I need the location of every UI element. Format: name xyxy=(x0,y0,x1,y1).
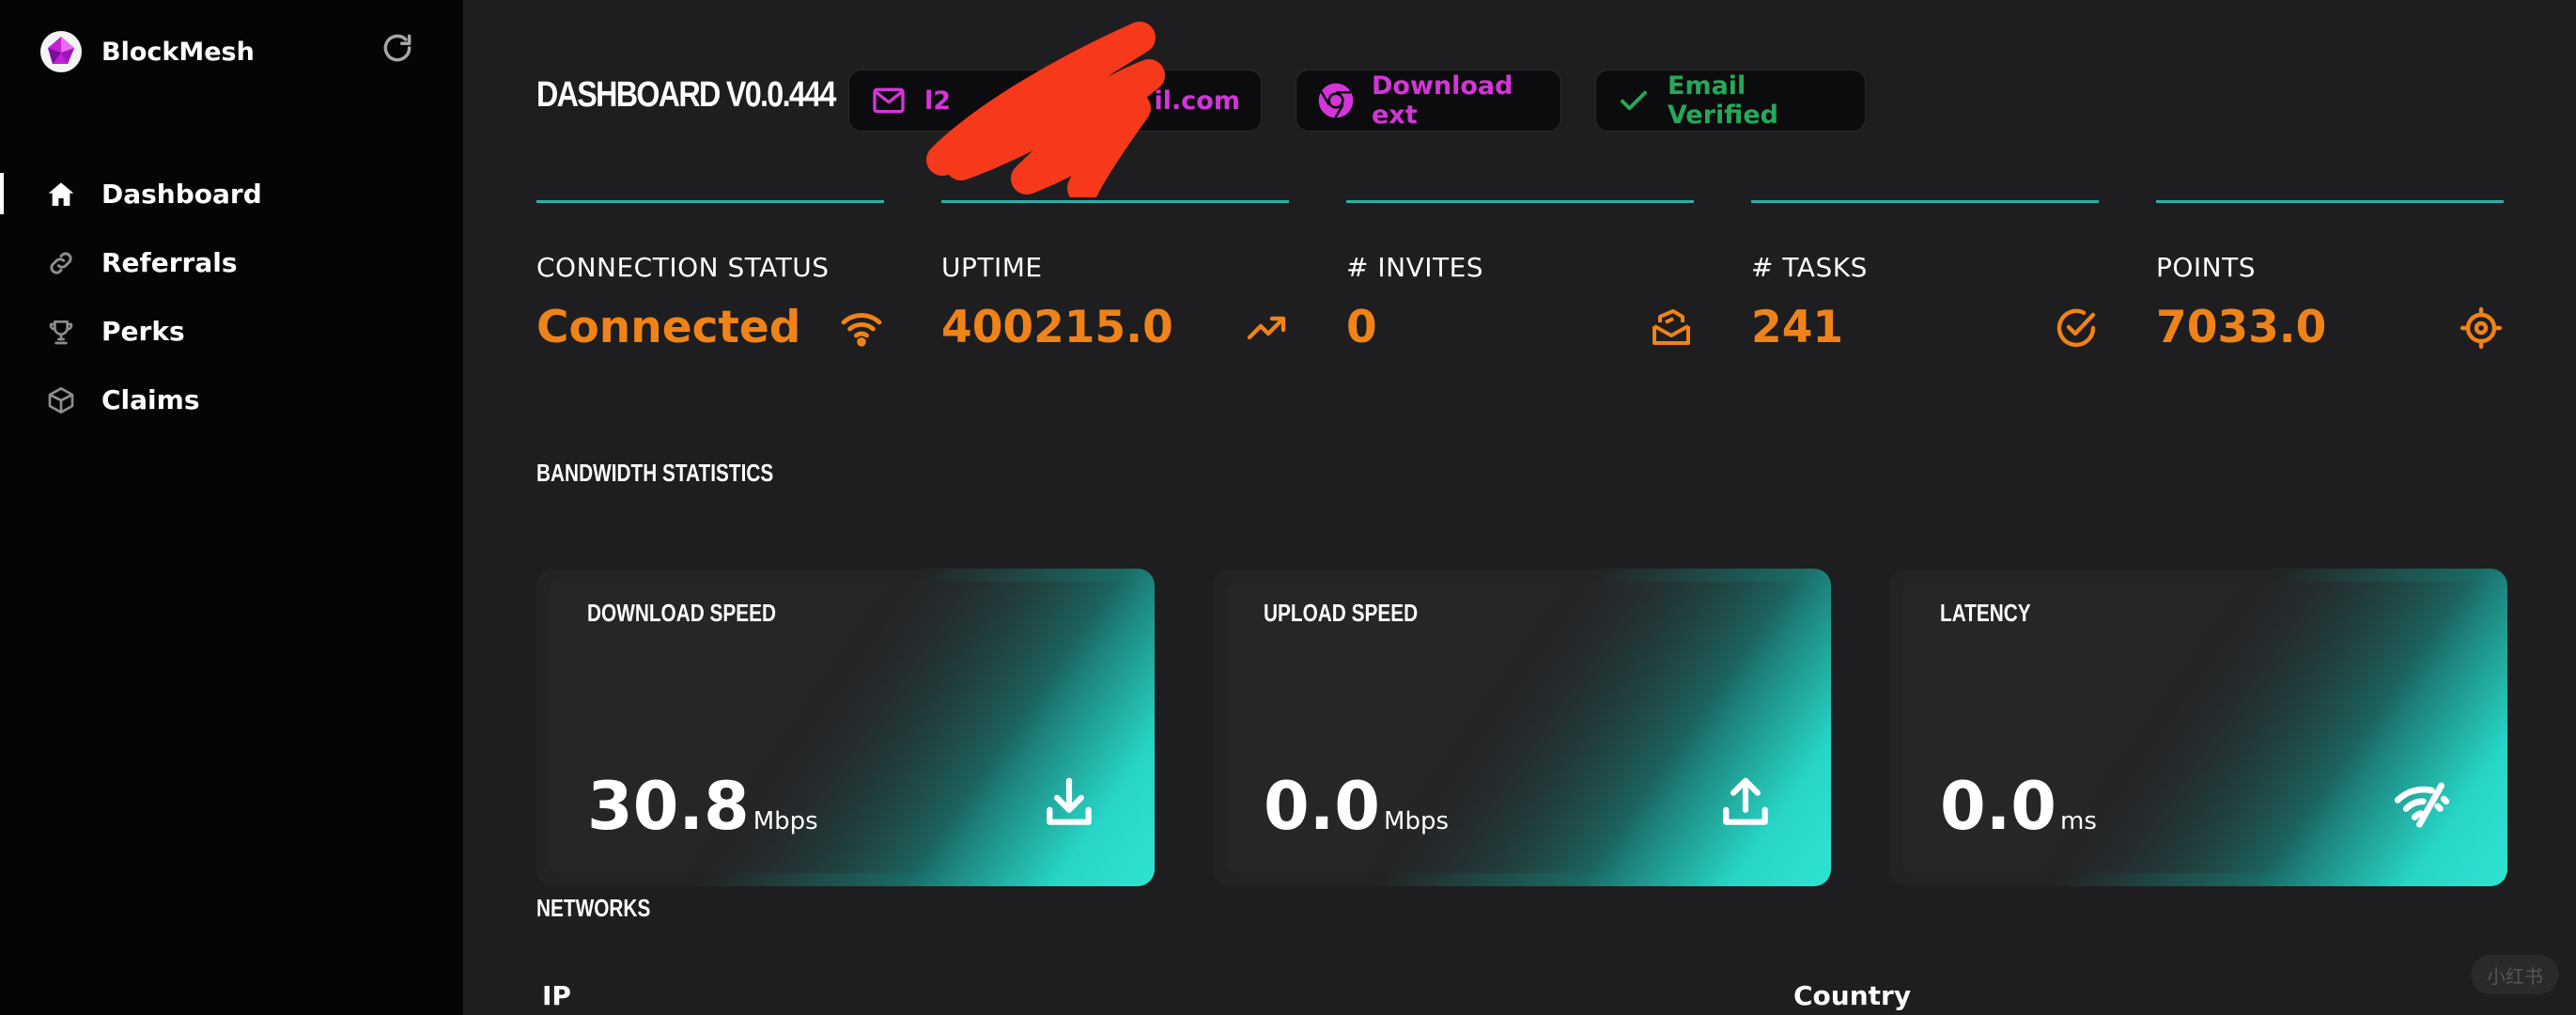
sidebar-item-referrals[interactable]: Referrals xyxy=(0,228,463,297)
trophy-icon xyxy=(45,316,77,348)
redaction-scribble xyxy=(926,22,1165,197)
check-icon xyxy=(1617,82,1651,119)
card-value: 0.0 Mbps xyxy=(1264,768,1449,845)
main-content: DASHBOARD V0.0.444 l2 il.com Download ex… xyxy=(463,0,2576,1015)
trending-up-icon xyxy=(1244,305,1289,351)
card-unit: Mbps xyxy=(1384,807,1450,835)
sidebar-nav: Dashboard Referrals Perks Claims xyxy=(0,160,463,434)
stat-value: Connected xyxy=(536,302,801,353)
stat-label: UPTIME xyxy=(941,252,1043,283)
sidebar-item-label: Perks xyxy=(101,316,185,347)
signal-off-icon xyxy=(2394,782,2450,828)
download-icon xyxy=(1047,777,1092,825)
sidebar-item-label: Claims xyxy=(101,384,200,415)
sidebar: BlockMesh Dashboard Referrals Perks Clai… xyxy=(0,0,463,1015)
stat-divider xyxy=(941,200,1289,203)
download-ext-label: Download ext xyxy=(1372,71,1513,130)
upload-speed-card: UPLOAD SPEED 0.0 Mbps xyxy=(1213,569,1831,886)
brand[interactable]: BlockMesh xyxy=(39,30,255,73)
stat-uptime: UPTIME 400215.0 xyxy=(941,200,1289,353)
target-icon xyxy=(2459,305,2504,351)
stat-divider xyxy=(536,200,884,203)
email-verified-label: Email Verified xyxy=(1668,71,1778,130)
latency-card: LATENCY 0.0 ms xyxy=(1889,569,2507,886)
stat-label: CONNECTION STATUS xyxy=(536,252,830,283)
card-unit: ms xyxy=(2060,807,2097,835)
card-title: DOWNLOAD SPEED xyxy=(587,599,777,627)
page-title: DASHBOARD V0.0.444 xyxy=(536,75,836,115)
refresh-icon[interactable] xyxy=(380,30,415,66)
stat-value: 7033.0 xyxy=(2156,302,2327,353)
watermark: 小红书 xyxy=(2471,955,2559,994)
app-root: BlockMesh Dashboard Referrals Perks Clai… xyxy=(0,0,2576,1015)
check-circle-icon xyxy=(2054,305,2099,351)
mail-icon xyxy=(870,82,908,119)
card-title: LATENCY xyxy=(1940,599,2031,627)
card-number: 30.8 xyxy=(587,768,750,845)
card-value: 0.0 ms xyxy=(1940,768,2097,845)
stat-divider xyxy=(1751,200,2099,203)
upload-icon xyxy=(1723,777,1768,825)
card-number: 0.0 xyxy=(1940,768,2057,845)
wifi-icon xyxy=(839,305,884,351)
stat-label: POINTS xyxy=(2156,252,2257,283)
stat-points: POINTS 7033.0 xyxy=(2156,200,2504,353)
stat-tasks: # TASKS 241 xyxy=(1751,200,2099,353)
download-speed-card: DOWNLOAD SPEED 30.8 Mbps xyxy=(536,569,1155,886)
sidebar-item-dashboard[interactable]: Dashboard xyxy=(0,160,463,228)
link-icon xyxy=(45,247,77,279)
stat-divider xyxy=(2156,200,2504,203)
blockmesh-logo-icon xyxy=(40,31,82,72)
sidebar-item-label: Referrals xyxy=(101,247,238,278)
card-unit: Mbps xyxy=(753,807,818,835)
table-header-ip: IP xyxy=(542,980,571,1011)
mail-stack-icon xyxy=(1649,305,1694,351)
bandwidth-section-title: BANDWIDTH STATISTICS xyxy=(536,459,774,487)
email-verified-badge: Email Verified xyxy=(1595,70,1866,132)
table-header-country: Country xyxy=(1793,980,1912,1011)
stat-divider xyxy=(1346,200,1694,203)
card-title: UPLOAD SPEED xyxy=(1264,599,1419,627)
stat-label: # INVITES xyxy=(1346,252,1484,283)
sidebar-item-claims[interactable]: Claims xyxy=(0,366,463,434)
stat-connection-status: CONNECTION STATUS Connected xyxy=(536,200,884,353)
stat-label: # TASKS xyxy=(1751,252,1868,283)
card-value: 30.8 Mbps xyxy=(587,768,818,845)
stat-value: 400215.0 xyxy=(941,302,1173,353)
sidebar-item-label: Dashboard xyxy=(101,179,262,210)
cube-icon xyxy=(45,384,77,416)
download-ext-button[interactable]: Download ext xyxy=(1296,70,1561,132)
home-icon xyxy=(45,179,77,211)
sidebar-item-perks[interactable]: Perks xyxy=(0,297,463,366)
chrome-icon xyxy=(1317,82,1355,119)
stat-invites: # INVITES 0 xyxy=(1346,200,1694,353)
stat-value: 0 xyxy=(1346,302,1377,353)
brand-name: BlockMesh xyxy=(101,37,255,67)
networks-section-title: NETWORKS xyxy=(536,894,651,922)
card-number: 0.0 xyxy=(1264,768,1381,845)
stat-value: 241 xyxy=(1751,302,1844,353)
